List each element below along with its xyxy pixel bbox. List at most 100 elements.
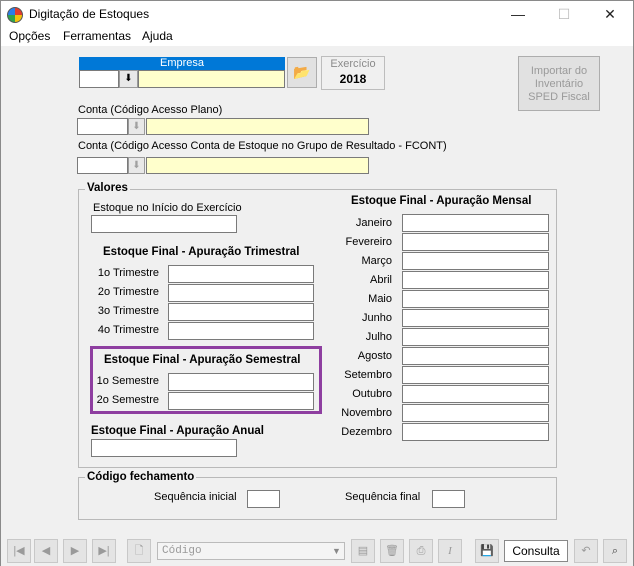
trimestre-2-input[interactable] [168,284,314,302]
month-label: Abril [369,274,392,286]
sequencia-final-input[interactable] [432,490,465,508]
mode-status: Consulta [504,540,568,562]
arrow-down-icon: ⬇ [132,121,141,132]
empresa-lookup-button[interactable]: ⬇ [119,70,138,88]
month-label: Maio [368,293,392,305]
report-icon: ▤ [357,545,369,557]
first-record-button[interactable]: |◀ [7,539,31,563]
import-line2: Inventário [534,78,584,90]
save-button[interactable]: 💾 [475,539,499,563]
app-icon [7,7,23,23]
open-folder-button[interactable]: 📂 [287,57,317,88]
month-input[interactable] [402,252,549,270]
report-button[interactable]: ▤ [351,539,375,563]
month-label: Novembro [341,407,392,419]
conta-lookup-button[interactable]: ⬇ [128,118,145,135]
minimize-button[interactable]: — [495,1,541,28]
menu-ferramentas[interactable]: Ferramentas [63,29,131,43]
conta-desc-field [146,118,369,135]
trash-icon: 🗑 [385,545,399,557]
month-label: Janeiro [355,217,392,229]
italic-i-icon: I [448,545,452,557]
valores-legend: Valores [85,182,130,194]
printer-icon: ⎙ [416,545,426,557]
bottom-toolbar: |◀ ◀ ▶ ▶| 🗋 Código ▼ ▤ 🗑 ⎙ I 💾 Consulta … [1,535,633,566]
month-label: Março [361,255,392,267]
sequencia-inicial-label: Sequência inicial [154,491,237,503]
month-input[interactable] [402,366,549,384]
conta-code-input[interactable] [77,118,128,135]
month-input[interactable] [402,290,549,308]
conta-fcont-label: Conta (Código Acesso Conta de Estoque no… [78,140,447,152]
month-input[interactable] [402,328,549,346]
chevron-down-icon[interactable]: ▼ [329,543,344,559]
trimestre-3-label: 3o Trimestre [97,305,159,317]
next-record-button[interactable]: ▶ [63,539,87,563]
exercicio-label: Exercício [330,58,376,70]
conta-fcont-lookup-button[interactable]: ⬇ [128,157,145,174]
prev-record-button[interactable]: ◀ [34,539,58,563]
menu-ajuda[interactable]: Ajuda [142,29,173,43]
month-label: Junho [362,312,392,324]
document-icon: 🗋 [134,545,144,557]
semestre-1-label: 1o Semestre [96,375,159,387]
binoculars-icon: ⌕ [611,545,619,557]
app-window: Digitação de Estoques — ☐ ✕ Opções Ferra… [0,0,634,566]
prev-icon: ◀ [41,545,51,557]
search-button[interactable]: ⌕ [603,539,627,563]
menu-bar: Opções Ferramentas Ajuda [1,28,633,46]
trimestre-1-input[interactable] [168,265,314,283]
new-document-button[interactable]: 🗋 [127,539,151,563]
conta-label: Conta (Código Acesso Plano) [78,104,223,116]
trimestre-2-label: 2o Trimestre [97,286,159,298]
trimestre-1-label: 1o Trimestre [97,267,159,279]
last-record-button[interactable]: ▶| [92,539,116,563]
month-input[interactable] [402,271,549,289]
semestral-title: Estoque Final - Apuração Semestral [104,354,301,366]
import-line1: Importar do [530,65,588,77]
next-icon: ▶ [70,545,80,557]
print-button[interactable]: ⎙ [409,539,433,563]
title-bar: Digitação de Estoques — ☐ ✕ [1,1,633,28]
month-input[interactable] [402,233,549,251]
estoque-inicio-input[interactable] [91,215,237,233]
menu-opcoes[interactable]: Opções [9,29,50,43]
undo-icon: ↶ [581,545,591,557]
import-line3: SPED Fiscal [528,91,590,103]
conta-fcont-code-input[interactable] [77,157,128,174]
month-input[interactable] [402,404,549,422]
exercicio-box: Exercício 2018 [321,56,385,90]
delete-button[interactable]: 🗑 [380,539,404,563]
semestre-2-input[interactable] [168,392,314,410]
close-button[interactable]: ✕ [587,1,633,28]
sequencia-inicial-input[interactable] [247,490,280,508]
window-title: Digitação de Estoques [29,7,150,21]
month-label: Julho [365,331,392,343]
month-input[interactable] [402,423,549,441]
anual-title: Estoque Final - Apuração Anual [91,425,264,437]
conta-fcont-desc-field [146,157,369,174]
semestre-1-input[interactable] [168,373,314,391]
trimestre-3-input[interactable] [168,303,314,321]
month-input[interactable] [402,385,549,403]
empresa-code-input[interactable] [79,70,119,88]
search-code-input[interactable]: Código [157,542,345,560]
maximize-button[interactable]: ☐ [541,1,587,28]
month-label: Outubro [352,388,392,400]
month-label: Setembro [344,369,392,381]
month-label: Fevereiro [345,236,392,248]
trimestre-4-input[interactable] [168,322,314,340]
anual-input[interactable] [91,439,237,457]
import-sped-button[interactable]: Importar do Inventário SPED Fiscal [518,56,600,111]
empresa-name-field [138,70,285,88]
month-input[interactable] [402,309,549,327]
save-icon: 💾 [480,545,494,557]
edit-button[interactable]: I [438,539,462,563]
estoque-inicio-label: Estoque no Início do Exercício [93,202,242,214]
month-input[interactable] [402,214,549,232]
fechamento-group [78,477,557,520]
month-input[interactable] [402,347,549,365]
first-icon: |◀ [13,545,25,557]
trimestral-title: Estoque Final - Apuração Trimestral [103,246,300,258]
undo-button[interactable]: ↶ [574,539,598,563]
